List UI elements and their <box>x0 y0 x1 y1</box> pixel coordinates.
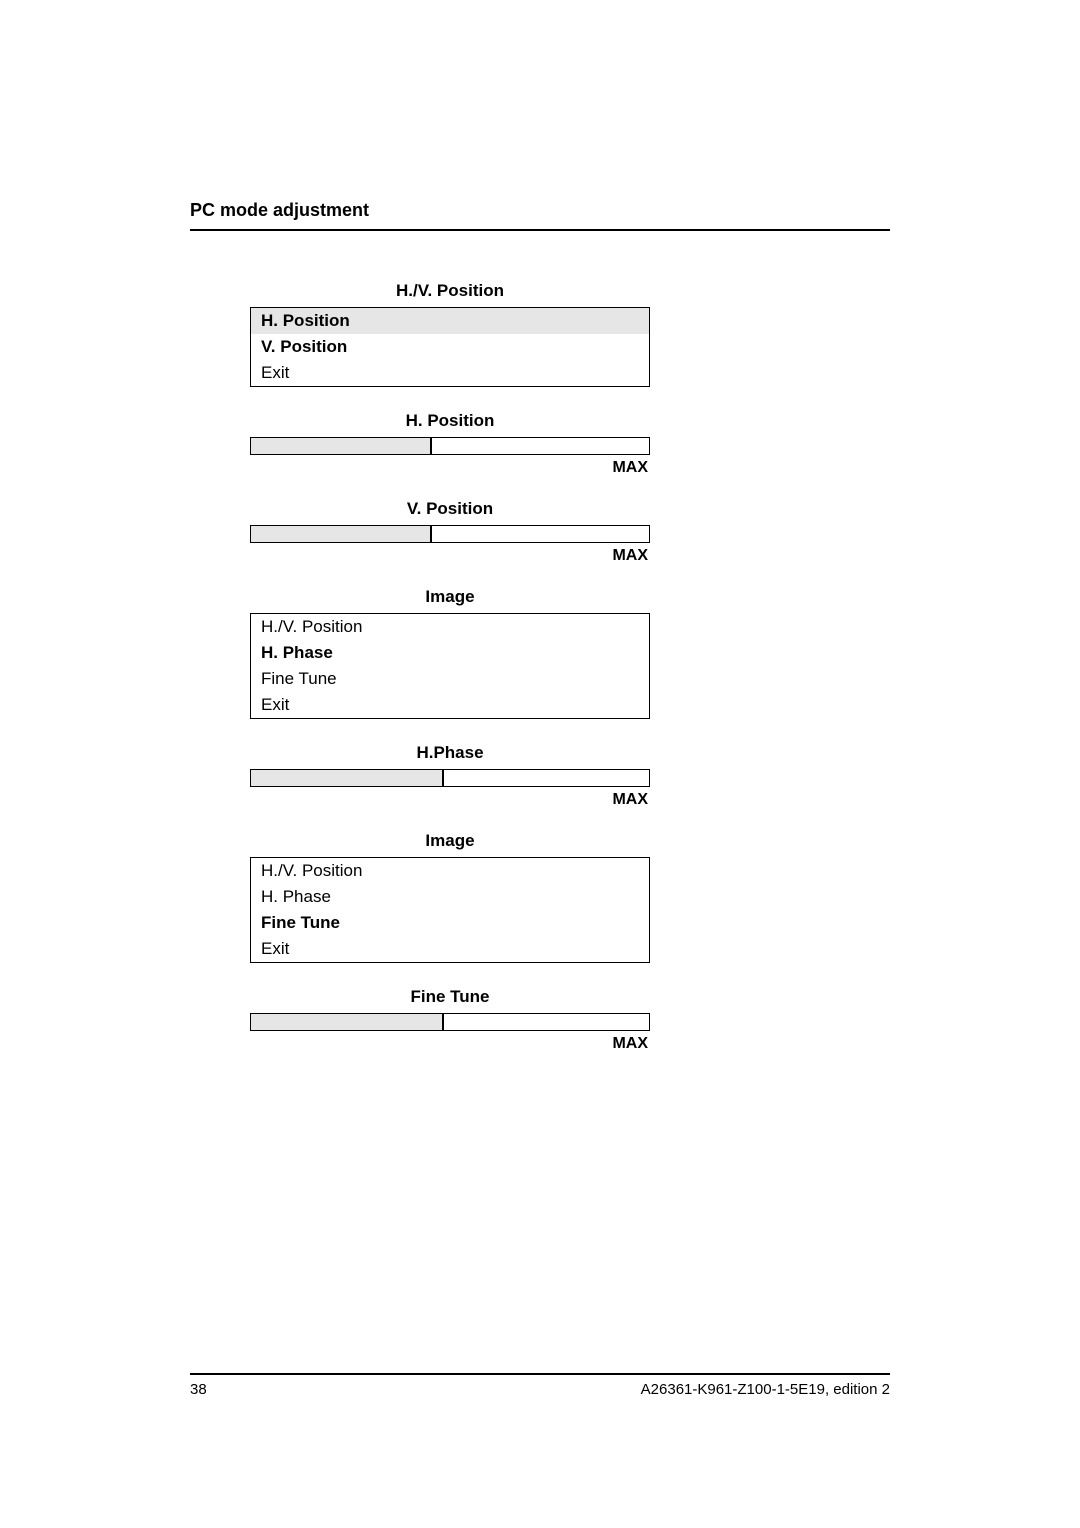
menu-item[interactable]: Fine Tune <box>251 910 649 936</box>
menu-item[interactable]: H./V. Position <box>251 858 649 884</box>
menu-item[interactable]: H. Position <box>251 308 649 334</box>
doc-id: A26361-K961-Z100-1-5E19, edition 2 <box>641 1381 890 1398</box>
menu-item[interactable]: Exit <box>251 360 649 386</box>
section-header: PC mode adjustment <box>190 200 890 221</box>
slider-hphase[interactable] <box>250 769 650 787</box>
menu-item[interactable]: V. Position <box>251 334 649 360</box>
slider-max-label: MAX <box>250 455 650 477</box>
slider-title: Fine Tune <box>250 987 650 1007</box>
slider-fill <box>251 1014 442 1030</box>
slider-thumb <box>442 770 444 786</box>
slider-fill <box>251 770 442 786</box>
page-number: 38 <box>190 1381 207 1398</box>
menu-box-image2: H./V. Position H. Phase Fine Tune Exit <box>250 857 650 963</box>
slider-finetune[interactable] <box>250 1013 650 1031</box>
menu-title: H./V. Position <box>250 281 650 301</box>
document-page: PC mode adjustment H./V. Position H. Pos… <box>0 0 1080 1528</box>
menu-title: Image <box>250 587 650 607</box>
horizontal-rule <box>190 229 890 231</box>
horizontal-rule <box>190 1373 890 1375</box>
slider-thumb <box>442 1014 444 1030</box>
content-column: H./V. Position H. Position V. Position E… <box>250 281 650 1053</box>
menu-title: Image <box>250 831 650 851</box>
slider-hpos[interactable] <box>250 437 650 455</box>
slider-max-label: MAX <box>250 543 650 565</box>
slider-title: V. Position <box>250 499 650 519</box>
slider-fill <box>251 526 430 542</box>
slider-title: H.Phase <box>250 743 650 763</box>
menu-item[interactable]: Exit <box>251 936 649 962</box>
slider-max-label: MAX <box>250 787 650 809</box>
menu-item[interactable]: Fine Tune <box>251 666 649 692</box>
slider-max-label: MAX <box>250 1031 650 1053</box>
slider-vpos[interactable] <box>250 525 650 543</box>
menu-box-image1: H./V. Position H. Phase Fine Tune Exit <box>250 613 650 719</box>
slider-title: H. Position <box>250 411 650 431</box>
footer-row: 38 A26361-K961-Z100-1-5E19, edition 2 <box>190 1381 890 1398</box>
menu-item[interactable]: Exit <box>251 692 649 718</box>
menu-box-hvpos: H. Position V. Position Exit <box>250 307 650 387</box>
menu-item[interactable]: H./V. Position <box>251 614 649 640</box>
slider-thumb <box>430 438 432 454</box>
menu-item[interactable]: H. Phase <box>251 884 649 910</box>
slider-fill <box>251 438 430 454</box>
menu-item[interactable]: H. Phase <box>251 640 649 666</box>
slider-thumb <box>430 526 432 542</box>
page-footer: 38 A26361-K961-Z100-1-5E19, edition 2 <box>190 1373 890 1398</box>
